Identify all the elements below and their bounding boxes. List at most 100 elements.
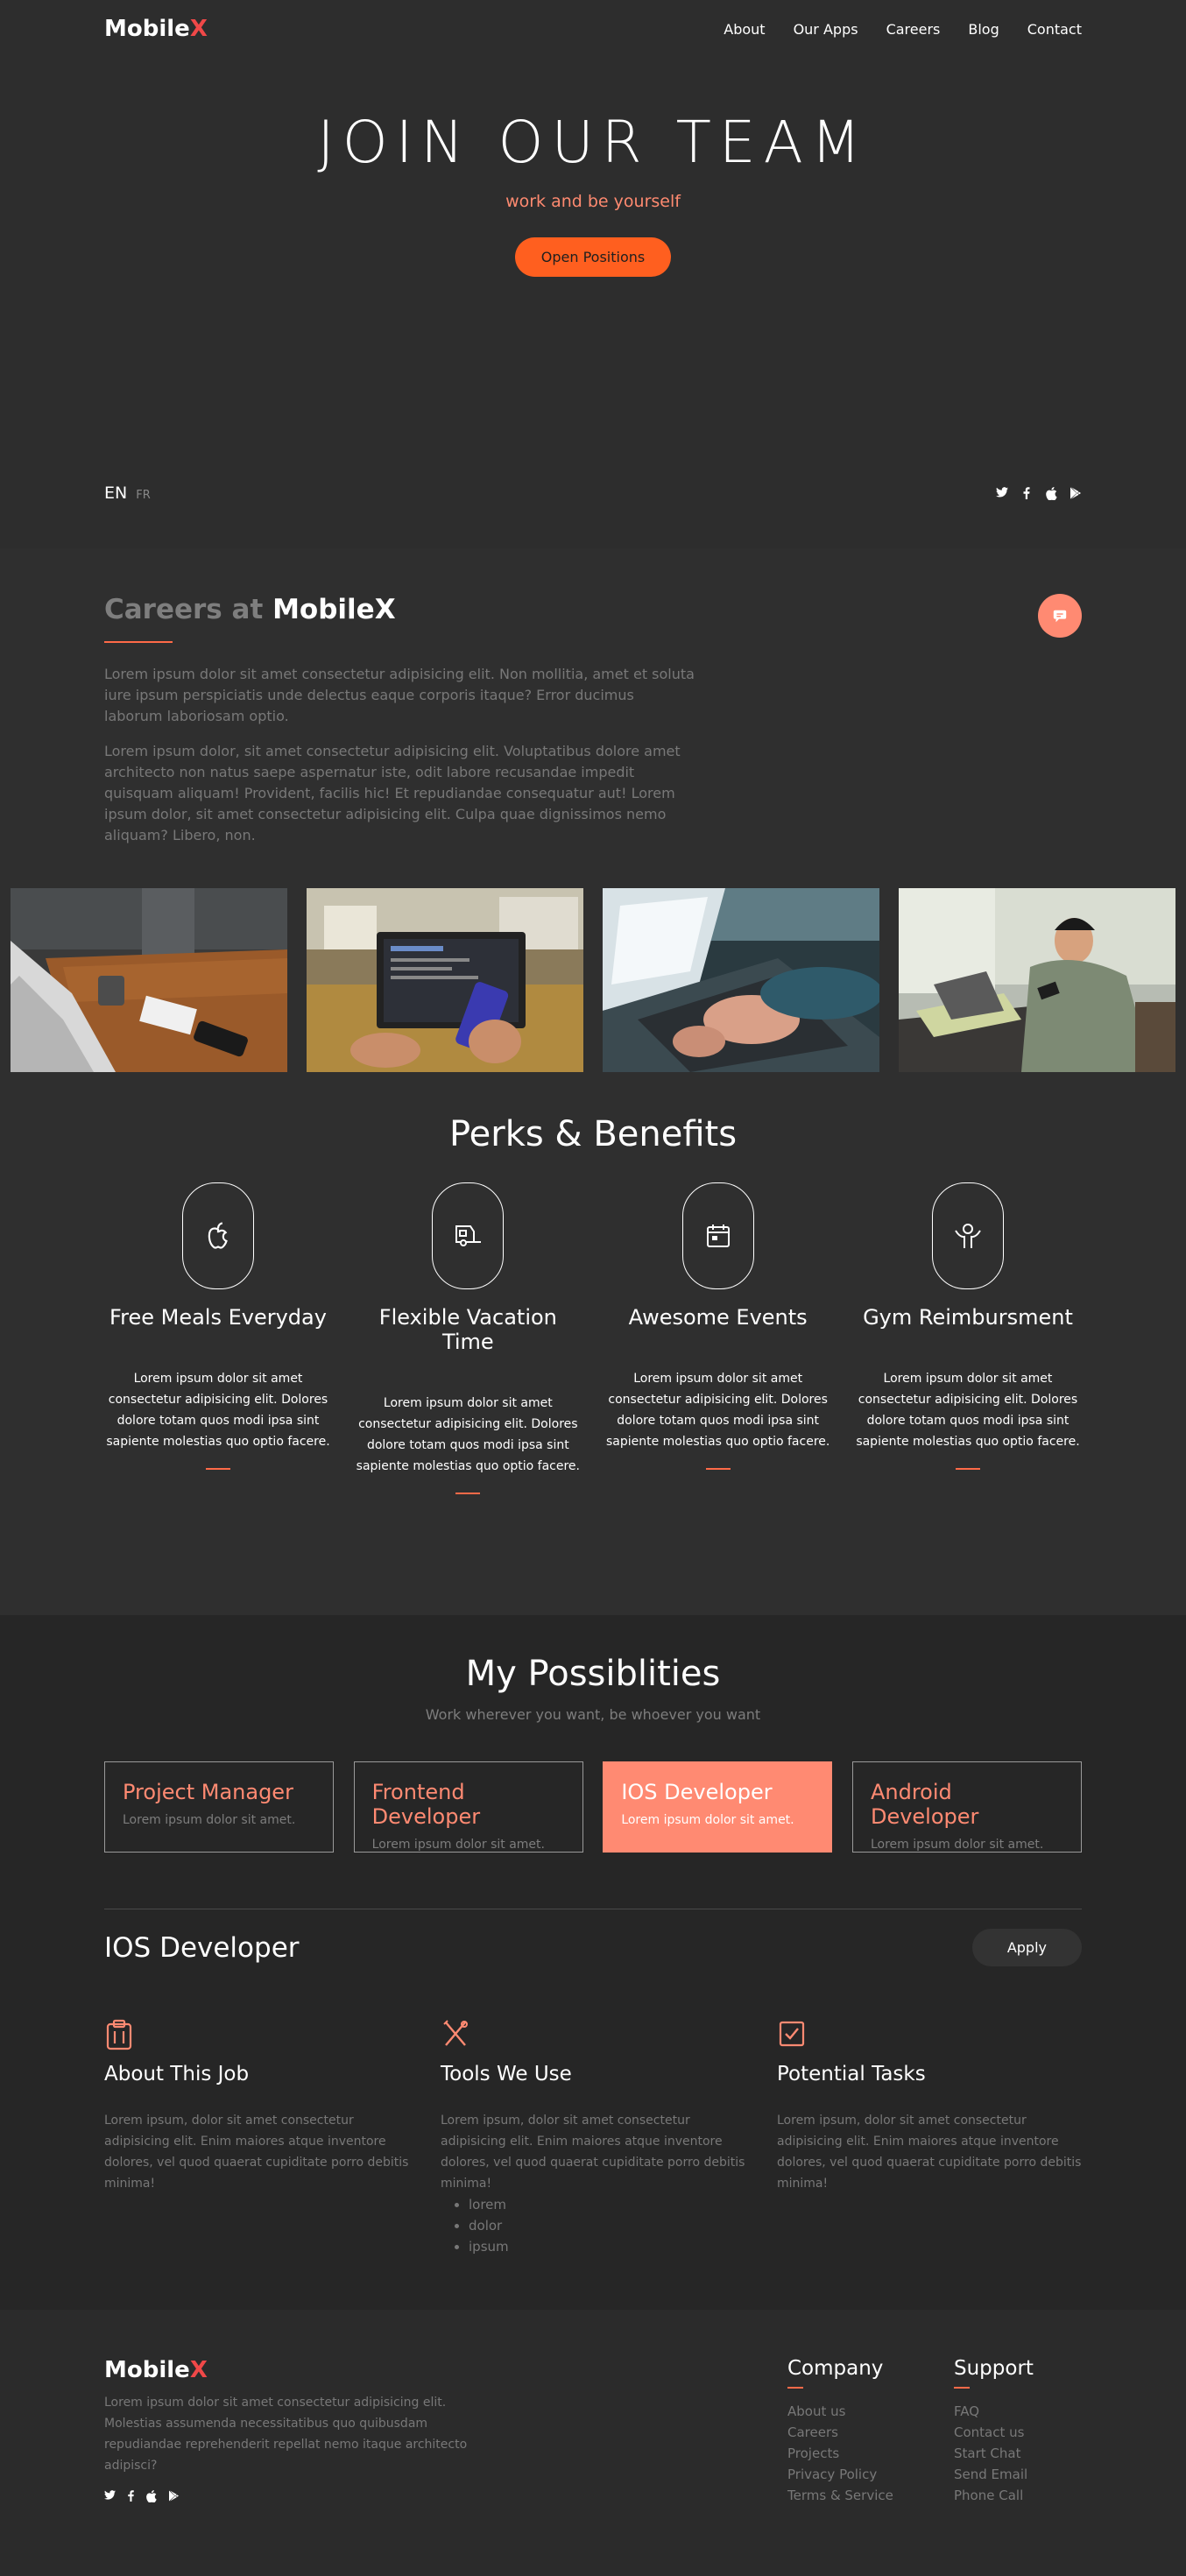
brand-x: X [189, 16, 208, 42]
perk-title: Flexible Vacation Time [378, 1305, 557, 1354]
footer-link-careers[interactable]: Careers [787, 2422, 954, 2443]
role-title: IOS Developer [621, 1780, 773, 1804]
person-icon [955, 1224, 981, 1248]
possibilities-section: My Possiblities Work wherever you want, … [0, 1615, 1186, 2310]
footer-link-projects[interactable]: Projects [787, 2443, 954, 2464]
role-tab-project-manager[interactable]: Project Manager Lorem ipsum dolor sit am… [104, 1761, 334, 1853]
role-tabs: Project Manager Lorem ipsum dolor sit am… [104, 1761, 1082, 1853]
nav-contact[interactable]: Contact [1027, 21, 1082, 38]
photo-laptop-phone [307, 888, 583, 1072]
role-title: Project Manager [123, 1780, 293, 1804]
photo-desk-laptop [11, 888, 287, 1072]
apple-store-icon[interactable] [1045, 487, 1057, 501]
careers-title: Careers at MobileX [104, 594, 1082, 625]
footer-logo[interactable]: MobileX [104, 2357, 481, 2383]
nav-careers[interactable]: Careers [886, 21, 941, 38]
perk-divider [455, 1493, 481, 1494]
facebook-icon[interactable] [1020, 487, 1033, 499]
hero-section: MobileX About Our Apps Careers Blog Cont… [0, 0, 1186, 548]
footer-divider [954, 2387, 970, 2389]
perk-card: Free Meals Everyday Lorem ipsum dolor si… [104, 1182, 332, 1494]
chat-icon [1053, 610, 1067, 623]
perk-divider [955, 1468, 980, 1470]
hero-subtitle: work and be yourself [505, 192, 681, 211]
footer-link-phone-call[interactable]: Phone Call [954, 2485, 1034, 2506]
perk-card: Flexible Vacation Time Lorem ipsum dolor… [354, 1182, 582, 1494]
careers-paragraph-1: Lorem ipsum dolor sit amet consectetur a… [104, 666, 695, 724]
job-col-text: Lorem ipsum, dolor sit amet consectetur … [104, 2114, 409, 2191]
perk-title: Free Meals Everyday [109, 1305, 327, 1330]
play-store-icon[interactable] [1070, 487, 1082, 499]
chat-button[interactable] [1038, 594, 1082, 638]
job-col-title: Tools We Use [441, 2063, 572, 2086]
perk-text: Lorem ipsum dolor sit amet consectetur a… [106, 1372, 330, 1449]
perk-card: Awesome Events Lorem ipsum dolor sit ame… [604, 1182, 832, 1494]
list-item: ipsum [469, 2236, 745, 2257]
footer-link-terms[interactable]: Terms & Service [787, 2485, 954, 2506]
perk-text: Lorem ipsum dolor sit amet consectetur a… [605, 1372, 830, 1449]
careers-title-brand: MobileX [272, 594, 396, 625]
role-title: Frontend Developer [371, 1780, 481, 1829]
footer-link-contact-us[interactable]: Contact us [954, 2422, 1034, 2443]
social-links [996, 487, 1082, 501]
footer-divider [787, 2387, 803, 2389]
perk-title: Awesome Events [628, 1305, 808, 1330]
footer-link-send-email[interactable]: Send Email [954, 2464, 1034, 2485]
footer-link-start-chat[interactable]: Start Chat [954, 2443, 1034, 2464]
role-tab-android-developer[interactable]: Android Developer Lorem ipsum dolor sit … [851, 1761, 1082, 1853]
brand-logo[interactable]: MobileX [104, 16, 208, 42]
twitter-icon[interactable] [996, 487, 1008, 499]
role-tab-frontend-developer[interactable]: Frontend Developer Lorem ipsum dolor sit… [353, 1761, 583, 1853]
perks-title: Perks & Benefits [448, 1114, 738, 1154]
nav-our-apps[interactable]: Our Apps [794, 21, 858, 38]
apply-button[interactable]: Apply [971, 1929, 1082, 1966]
job-col-text: Lorem ipsum, dolor sit amet consectetur … [777, 2114, 1082, 2191]
clipboard-icon [106, 2019, 132, 2050]
nav-blog[interactable]: Blog [968, 21, 999, 38]
footer-company: Company About us Careers Projects Privac… [787, 2357, 954, 2506]
lang-fr[interactable]: FR [136, 489, 151, 502]
nav-about[interactable]: About [724, 21, 765, 38]
job-tools: Tools We Use Lorem ipsum, dolor sit amet… [441, 2019, 745, 2257]
footer-about-text: Lorem ipsum dolor sit amet consectetur a… [104, 2396, 468, 2473]
footer-social-links [104, 2490, 481, 2506]
perk-icon-frame [432, 1182, 505, 1289]
possibilities-subtitle: Work wherever you want, be whoever you w… [425, 1706, 761, 1723]
role-desc: Lorem ipsum dolor sit amet. [621, 1813, 794, 1827]
role-tab-ios-developer[interactable]: IOS Developer Lorem ipsum dolor sit amet… [603, 1761, 833, 1853]
apple-icon [208, 1222, 228, 1249]
twitter-icon[interactable] [104, 2490, 116, 2506]
job-col-title: About This Job [104, 2063, 250, 2086]
job-tasks: Potential Tasks Lorem ipsum, dolor sit a… [777, 2019, 1082, 2257]
perk-text: Lorem ipsum dolor sit amet consectetur a… [856, 1372, 1080, 1449]
photo-typing [603, 888, 879, 1072]
footer-link-about-us[interactable]: About us [787, 2401, 954, 2422]
perk-divider [206, 1468, 230, 1470]
perk-icon-frame [182, 1182, 254, 1289]
brand-name: Mobile [104, 16, 190, 42]
tools-list: lorem dolor ipsum [469, 2194, 745, 2257]
camper-icon [455, 1225, 482, 1246]
checkbox-icon [779, 2021, 805, 2047]
play-store-icon[interactable] [169, 2490, 179, 2506]
role-desc: Lorem ipsum dolor sit amet. [371, 1838, 545, 1852]
careers-section: Careers at MobileX Lorem ipsum dolor sit… [0, 548, 1186, 1072]
apple-store-icon[interactable] [146, 2490, 157, 2506]
role-desc: Lorem ipsum dolor sit amet. [870, 1838, 1044, 1852]
perk-card: Gym Reimbursment Lorem ipsum dolor sit a… [854, 1182, 1082, 1494]
perk-icon-frame [681, 1182, 754, 1289]
footer-support: Support FAQ Contact us Start Chat Send E… [954, 2357, 1034, 2506]
perk-icon-frame [931, 1182, 1004, 1289]
lang-en[interactable]: EN [104, 483, 127, 503]
perks-section: Perks & Benefits Free Meals Everyday Lor… [0, 1072, 1186, 1615]
facebook-icon[interactable] [128, 2490, 134, 2506]
perk-text: Lorem ipsum dolor sit amet consectetur a… [356, 1396, 580, 1473]
role-desc: Lorem ipsum dolor sit amet. [123, 1813, 296, 1827]
footer-link-faq[interactable]: FAQ [954, 2401, 1034, 2422]
job-about: About This Job Lorem ipsum, dolor sit am… [104, 2019, 409, 2257]
footer-support-title: Support [954, 2357, 1034, 2380]
perk-title: Gym Reimbursment [863, 1305, 1073, 1330]
footer-link-privacy-policy[interactable]: Privacy Policy [787, 2464, 954, 2485]
careers-paragraph-2: Lorem ipsum dolor, sit amet consectetur … [104, 743, 681, 843]
open-positions-button[interactable]: Open Positions [514, 237, 672, 277]
